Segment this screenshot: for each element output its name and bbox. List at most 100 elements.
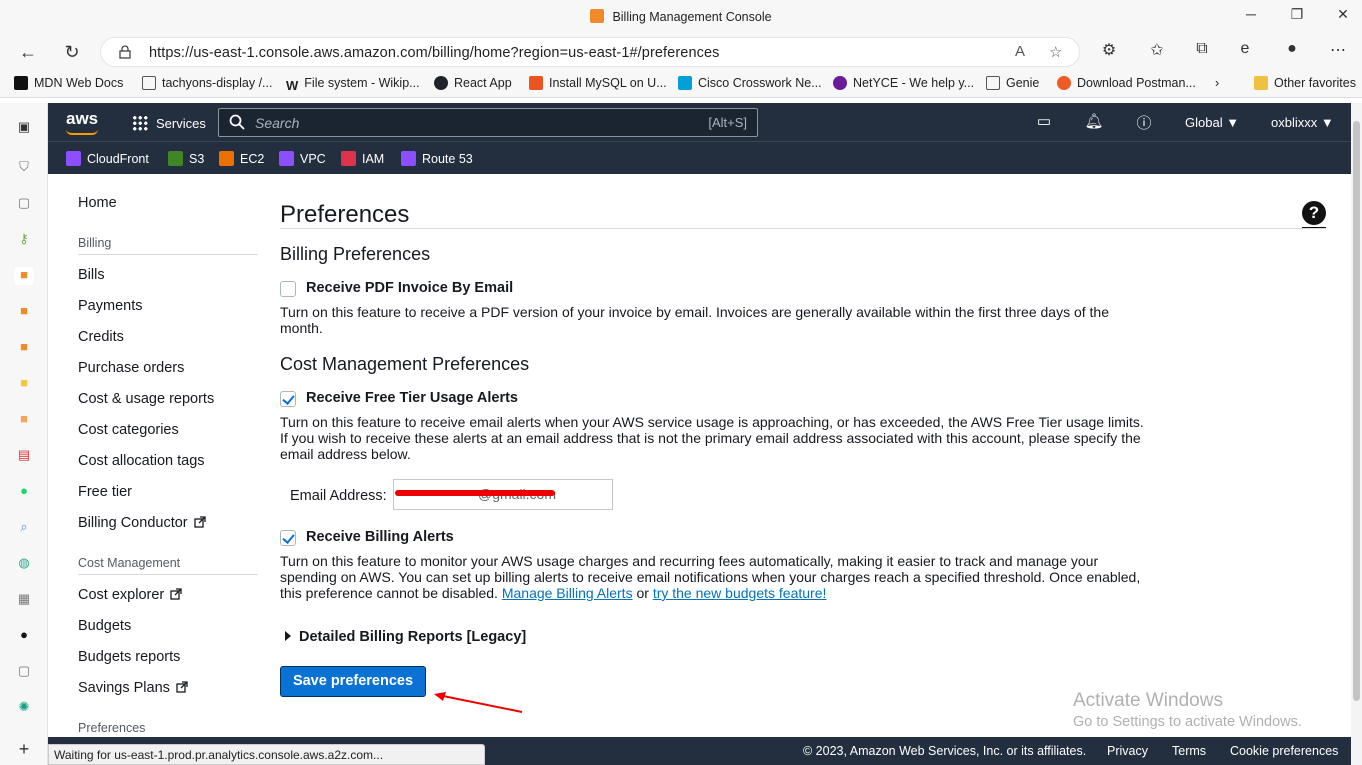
nav-purchase-orders[interactable]: Purchase orders [78,360,184,376]
footer-cookie-preferences-link[interactable]: Cookie preferences [1230,744,1338,758]
fav-cloudfront[interactable]: CloudFront [66,151,149,166]
nav-budgets[interactable]: Budgets [78,618,131,634]
nav-credits[interactable]: Credits [78,329,124,345]
chevron-right-icon[interactable]: › [1215,76,1219,90]
edge-icon[interactable]: e [1233,40,1257,58]
profile-avatar[interactable]: ● [1280,40,1304,58]
help-circle-icon[interactable]: ⓘ [1133,112,1155,133]
window-titlebar: Billing Management Console ─ ❐ ✕ [0,0,1362,34]
bell-icon[interactable]: 🔔︎ [1083,112,1105,130]
nav-cost-categories[interactable]: Cost categories [78,422,179,438]
scrollbar-thumb[interactable] [1353,121,1360,701]
billing-alerts-label[interactable]: Receive Billing Alerts [306,529,454,545]
tab-icon[interactable]: ◍ [14,555,34,573]
annotation-arrow [434,692,523,713]
browser-status-bar: Waiting for us-east-1.prod.pr.analytics.… [48,744,485,765]
budgets-feature-link[interactable]: try the new budgets feature! [653,585,827,601]
fav-s3[interactable]: S3 [168,151,204,166]
whatsapp-icon[interactable]: ● [14,483,34,501]
fav-iam[interactable]: IAM [341,151,384,166]
github-icon[interactable]: ● [14,627,34,645]
bookmark-postman[interactable]: Download Postman... [1057,76,1196,90]
key-icon[interactable]: ⚷ [14,231,34,249]
aws-tab-icon[interactable]: ■ [14,267,34,285]
add-tab-icon[interactable]: + [14,739,34,759]
refresh-icon[interactable]: ↻ [58,40,86,64]
cloudshell-icon[interactable]: ▭ [1033,112,1055,130]
page-icon[interactable]: ▢ [14,195,34,213]
services-menu[interactable]: Services [132,115,206,131]
bookmark-genie[interactable]: Genie [986,76,1039,90]
page-scrollbar[interactable] [1351,103,1362,765]
back-icon[interactable]: ← [14,40,42,64]
minimize-icon[interactable]: ─ [1241,6,1261,22]
tab-actions-icon[interactable]: ▣ [14,119,34,137]
url-text[interactable]: https://us-east-1.console.aws.amazon.com… [149,45,719,61]
search-icon[interactable]: ⌕ [14,519,34,537]
billing-side-nav: Home Billing Bills Payments Credits Purc… [48,174,280,737]
aws-tab-icon[interactable]: ■ [14,303,34,321]
redaction-mark [395,490,555,496]
cost-management-heading: Cost Management Preferences [280,354,530,374]
aws-tab-icon[interactable]: ■ [14,375,34,393]
detailed-billing-reports-expander[interactable]: Detailed Billing Reports [Legacy] [285,629,526,645]
nav-free-tier[interactable]: Free tier [78,484,132,500]
folder-icon [1254,76,1268,90]
restore-icon[interactable]: ❐ [1287,6,1307,23]
help-icon[interactable]: ? [1302,201,1326,225]
save-preferences-button[interactable]: Save preferences [280,666,426,697]
footer-privacy-link[interactable]: Privacy [1107,744,1148,758]
aws-logo[interactable]: aws [66,109,98,135]
address-bar[interactable]: https://us-east-1.console.aws.amazon.com… [100,37,1080,67]
bookmark-mdn[interactable]: MDN Web Docs [14,76,123,90]
page-icon[interactable]: ▢ [14,663,34,681]
manage-billing-alerts-link[interactable]: Manage Billing Alerts [502,585,633,601]
footer-terms-link[interactable]: Terms [1172,744,1206,758]
search-input[interactable]: Search [Alt+S] [218,108,758,137]
caret-right-icon [285,631,291,641]
aws-billing-icon [590,9,605,23]
fav-vpc[interactable]: VPC [279,151,326,166]
nav-cost-usage-reports[interactable]: Cost & usage reports [78,391,214,407]
favorites-icon[interactable]: ✩ [1145,40,1169,60]
shield-icon[interactable]: ⛉ [14,159,34,177]
fav-ec2[interactable]: EC2 [219,151,264,166]
lock-icon [119,45,131,59]
bookmark-other-favorites[interactable]: Other favorites [1254,76,1356,90]
nav-payments[interactable]: Payments [78,298,142,314]
billing-alerts-checkbox[interactable] [280,530,296,546]
nav-budgets-reports[interactable]: Budgets reports [78,649,180,665]
free-tier-alerts-checkbox[interactable] [280,391,296,407]
free-tier-alerts-label[interactable]: Receive Free Tier Usage Alerts [306,390,518,406]
bookmark-netyce[interactable]: NetYCE - We help y... [833,76,974,90]
more-menu-icon[interactable]: ⋯ [1326,40,1350,60]
aws-tab-icon[interactable]: ■ [14,339,34,357]
fav-route53[interactable]: Route 53 [401,151,473,166]
pdf-invoice-label[interactable]: Receive PDF Invoice By Email [306,280,513,296]
extensions-icon[interactable]: ⚙ [1097,40,1121,60]
chatgpt-icon[interactable]: ✺ [14,699,34,717]
aws-tab-icon[interactable]: ■ [14,411,34,429]
bookmark-mysql[interactable]: Install MySQL on U... [529,76,667,90]
favorite-add-icon[interactable]: ☆ [1049,43,1062,61]
nav-home[interactable]: Home [78,195,117,211]
region-selector[interactable]: Global ▼ [1185,115,1239,130]
bookmark-cisco[interactable]: Cisco Crosswork Ne... [678,76,822,90]
nav-cost-explorer[interactable]: Cost explorer [78,587,182,603]
ubuntu-icon [529,76,543,90]
account-menu[interactable]: oxblixxx ▼ [1271,115,1334,130]
bookmark-tachyons[interactable]: tachyons-display /... [142,76,272,90]
calendar-icon[interactable]: ▦ [14,591,34,609]
bookmark-wikipedia[interactable]: W File system - Wikip... [286,76,420,93]
nav-savings-plans[interactable]: Savings Plans [78,680,188,696]
close-icon[interactable]: ✕ [1333,6,1353,23]
nav-billing-conductor[interactable]: Billing Conductor [78,515,206,531]
bookmark-react-app[interactable]: React App [434,76,512,90]
pdf-invoice-checkbox[interactable] [280,281,296,297]
nav-bills[interactable]: Bills [78,267,105,283]
read-aloud-icon[interactable]: A [1015,43,1025,60]
cisco-icon [678,76,692,90]
collections-icon[interactable]: ⧉ [1190,40,1214,58]
terminal-icon[interactable]: ▤ [14,447,34,465]
nav-cost-allocation-tags[interactable]: Cost allocation tags [78,453,205,469]
